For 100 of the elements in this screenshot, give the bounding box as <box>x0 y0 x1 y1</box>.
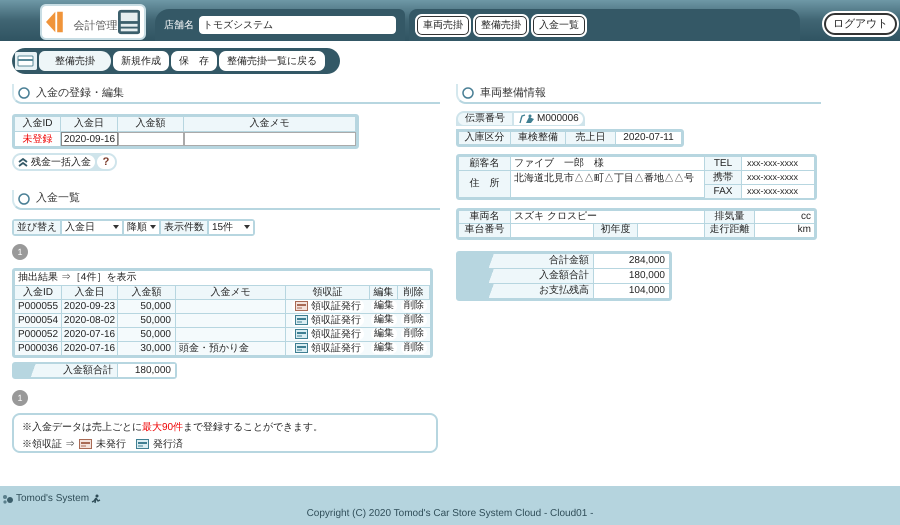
delete-button[interactable]: 削除 <box>401 342 427 354</box>
total-value: 180,000 <box>594 268 669 282</box>
delete-button[interactable]: 削除 <box>401 328 427 340</box>
card-icon <box>15 52 37 70</box>
field-label: 住 所 <box>459 170 510 196</box>
sort-order-select[interactable]: 降順 <box>124 220 159 234</box>
edit-button[interactable]: 編集 <box>371 342 397 354</box>
receipt-button[interactable]: 領収証発行 <box>292 342 364 354</box>
dropdown-caret-icon <box>113 225 119 229</box>
bulk-payment-button[interactable]: 残金一括入金 <box>14 155 95 169</box>
field-label: 初年度 <box>594 224 637 236</box>
column-header: 入金メモ <box>176 286 286 298</box>
column-header: 入金日 <box>61 117 118 131</box>
legend-label: ※領収証 ⇒ <box>22 438 75 452</box>
nav-button[interactable]: 整備売掛 <box>475 16 527 34</box>
year-cell <box>638 224 704 236</box>
nav-button[interactable]: 車両売掛 <box>417 16 469 34</box>
copyright-text: Copyright (C) 2020 Tomod's Car Store System Cloud - Cloud01 - <box>306 507 594 521</box>
unit-text: cc <box>755 210 814 223</box>
edit-button[interactable]: 編集 <box>371 314 397 326</box>
toolbar-tab[interactable]: 保 存 <box>171 51 217 71</box>
double-chevron-icon <box>18 158 28 166</box>
field-label: FAX <box>705 184 741 198</box>
address-text: 北海道北見市△△町△丁目△番地△△号 <box>511 170 704 196</box>
field-label: 顧客名 <box>459 156 510 170</box>
count-select[interactable]: 15件 <box>209 220 253 234</box>
phone-number: xxx-xxx-xxxx <box>742 156 814 170</box>
field-label: 走行距離 <box>705 224 754 236</box>
footer-logo: Tomod's System <box>16 492 90 506</box>
receipt-button[interactable]: 領収証発行 <box>292 300 364 312</box>
count-label: 表示件数 <box>161 220 207 234</box>
edit-button[interactable]: 編集 <box>371 328 397 340</box>
table-cell: 2020-09-23 <box>62 300 118 312</box>
store-label: 店舗名 <box>164 18 194 32</box>
toolbar-tab[interactable]: 新規作成 <box>113 51 169 71</box>
app-title: 会計管理 <box>74 18 118 34</box>
field-label: 車台番号 <box>459 224 510 236</box>
toolbar-tab[interactable]: 整備売掛 <box>39 51 111 71</box>
total-value: 180,000 <box>118 364 175 376</box>
slip-label: 伝票番号 <box>458 112 512 124</box>
field-label: 排気量 <box>705 210 754 223</box>
phone-number: xxx-xxx-xxxx <box>742 170 814 184</box>
table-cell: 2020-07-16 <box>62 328 118 340</box>
field-label: 車両名 <box>459 210 510 223</box>
legend-text: 未発行 <box>96 438 126 452</box>
delete-button[interactable]: 削除 <box>401 300 427 312</box>
delete-button[interactable]: 削除 <box>401 314 427 326</box>
table-cell: 30,000 <box>118 342 176 354</box>
unit-text: km <box>755 224 814 236</box>
table-cell: 50,000 <box>118 314 176 326</box>
total-value: 104,000 <box>594 284 669 298</box>
circle-icon <box>18 87 30 99</box>
column-header: 入金額 <box>118 286 176 298</box>
table-cell: P000036 <box>15 342 62 354</box>
store-field[interactable]: トモズシステム <box>199 16 396 34</box>
notice-text: ※入金データは売上ごとに最大90件まで登録することができます。 <box>22 420 324 434</box>
circle-icon <box>462 87 474 99</box>
edit-button[interactable]: 編集 <box>371 300 397 312</box>
legend-text: 発行済 <box>152 438 183 452</box>
info-cell: 車検整備 <box>511 132 565 144</box>
section-title: 入金の登録・編集 <box>36 86 124 101</box>
field-label: 携帯 <box>705 170 741 184</box>
date-field[interactable]: 2020-09-16 <box>61 132 118 146</box>
nav-button[interactable]: 入金一覧 <box>533 16 585 34</box>
table-cell: P000055 <box>15 300 62 312</box>
column-header: 入金日 <box>62 286 118 298</box>
help-button[interactable]: ? <box>97 155 115 169</box>
dropdown-caret-icon <box>244 225 250 229</box>
table-cell: P000052 <box>15 328 62 340</box>
column-header: 入金ID <box>15 117 61 131</box>
customer-name: ファイブ 一郎 様 <box>511 156 704 170</box>
vehicle-name: スズキ クロスピー <box>511 210 704 223</box>
column-header: 削除 <box>398 286 430 298</box>
column-header: 領収証 <box>286 286 370 298</box>
circle-icon <box>18 192 30 204</box>
section-title: 入金一覧 <box>36 191 80 206</box>
result-summary: 抽出結果 ⇒［4件］を表示 <box>15 270 430 284</box>
toolbar-tab[interactable]: 整備売掛一覧に戻る <box>219 51 325 71</box>
table-cell: 2020-08-02 <box>62 314 118 326</box>
receipt-button[interactable]: 領収証発行 <box>292 328 364 340</box>
info-cell: 売上日 <box>566 132 615 144</box>
amount-field[interactable] <box>118 132 184 146</box>
logout-button[interactable]: ログアウト <box>824 13 897 35</box>
sort-label: 並び替え <box>14 220 60 234</box>
table-cell: 頭金・預かり金 <box>176 342 286 354</box>
memo-field[interactable] <box>184 132 356 146</box>
total-value: 284,000 <box>594 254 669 268</box>
field-label: TEL <box>705 156 741 170</box>
phone-number: xxx-xxx-xxxx <box>742 184 814 198</box>
receipt-button[interactable]: 領収証発行 <box>292 314 364 326</box>
slip-number: M000006 <box>537 112 579 126</box>
dots-icon <box>2 494 14 504</box>
calculator-icon <box>118 9 140 35</box>
column-header: 入金メモ <box>184 117 356 131</box>
back-arrow-icon <box>46 9 65 35</box>
column-header: 入金額 <box>118 117 184 131</box>
sort-field-select[interactable]: 入金日 <box>62 220 122 234</box>
dropdown-caret-icon <box>150 225 156 229</box>
section-title: 車両整備情報 <box>480 86 546 101</box>
table-cell: P000054 <box>15 314 62 326</box>
